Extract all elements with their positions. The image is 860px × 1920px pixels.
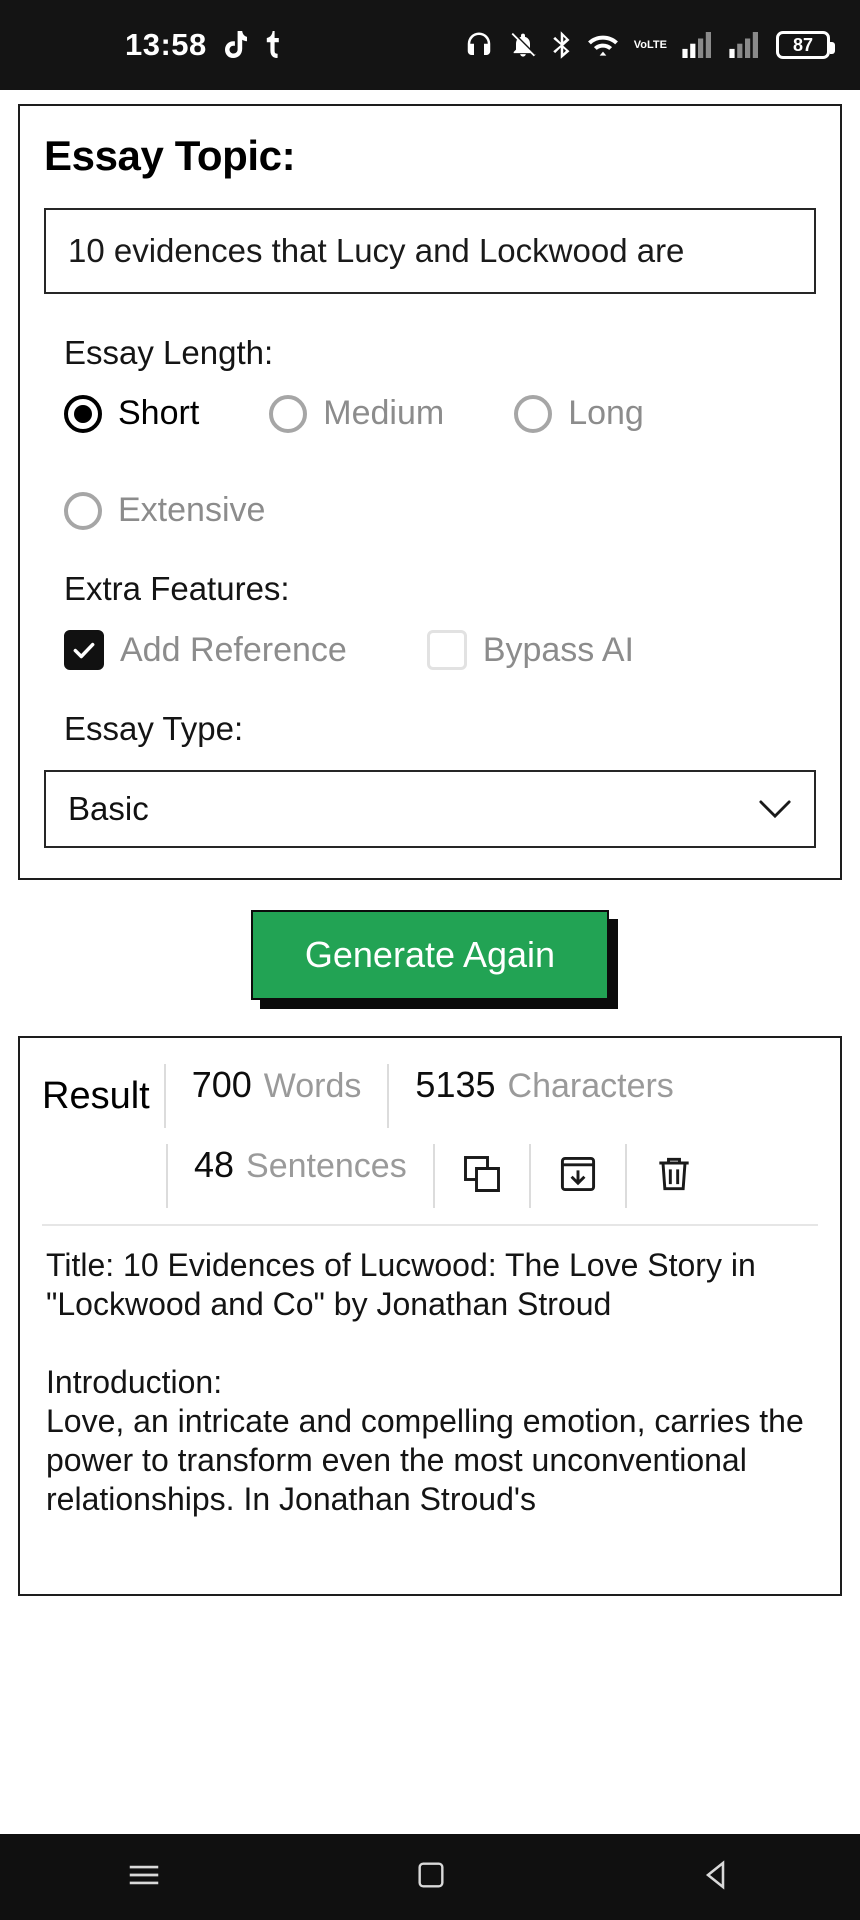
battery-icon: 87 [776,31,835,59]
volte-top: Vo [633,39,648,51]
radio-short-icon [64,394,102,433]
essay-length-radio-group: Short Medium Long [64,394,816,433]
essay-length-label: Essay Length: [64,334,274,371]
signal-2-icon [729,32,761,58]
back-icon[interactable] [699,1857,735,1898]
result-stats-row-2: 48 Sentences [42,1136,818,1216]
generate-button-wrap: Generate Again [18,910,842,1000]
essay-length-radio-group-2: Extensive [64,491,816,530]
essay-form-card: Essay Topic: 10 evidences that Lucy and … [18,104,842,880]
volte-bottom: LTE [647,39,667,51]
stat-sentences-unit: Sentences [246,1147,407,1185]
battery-level: 87 [792,34,814,55]
copy-icon [460,1152,504,1201]
essay-type-select[interactable]: Basic [44,770,816,848]
radio-extensive-icon [64,491,102,530]
essay-topic-input[interactable]: 10 evidences that Lucy and Lockwood are [44,208,816,294]
checkbox-option-add-reference[interactable]: Add Reference [64,630,347,670]
generate-again-button[interactable]: Generate Again [250,910,610,1000]
tiktok-icon [221,30,247,60]
radio-extensive-label: Extensive [118,491,266,529]
menu-icon[interactable] [125,1856,163,1899]
tumblr-icon [261,31,279,59]
extra-features-group: Add Reference Bypass AI [64,630,816,670]
radio-long-icon [514,394,553,433]
radio-short-label: Short [118,394,200,432]
status-bar-clock: 13:58 [125,27,207,62]
status-bar-right: Vo LTE 87 [464,30,835,60]
radio-medium-icon [269,394,308,433]
radio-option-long[interactable]: Long [514,394,644,433]
status-bar-left: 13:58 [125,27,279,63]
checkbox-bypass-ai-label: Bypass AI [482,630,635,669]
stat-words-value: 700 [191,1064,252,1105]
chevron-down-icon [758,790,792,828]
result-essay-text[interactable]: Title: 10 Evidences of Lucwood: The Love… [20,1226,840,1519]
signal-1-icon [682,32,714,58]
android-nav-bar [0,1834,860,1920]
volte-icon: Vo LTE [633,39,667,51]
essay-type-label: Essay Type: [64,710,244,747]
trash-icon [652,1152,696,1201]
stat-characters-unit: Characters [507,1067,674,1105]
result-label: Result [42,1074,150,1117]
stat-sentences-value: 48 [194,1144,235,1185]
result-stats-row-1: Result 700 Words 5135 Characters [42,1056,818,1136]
checkbox-option-bypass-ai[interactable]: Bypass AI [426,630,635,670]
result-card: Result 700 Words 5135 Characters 48 Sent… [18,1036,842,1596]
essay-type-value: Basic [68,790,149,827]
essay-topic-value: 10 evidences that Lucy and Lockwood are [68,232,685,269]
checkbox-bypass-ai-icon [426,630,467,670]
headphones-icon [464,30,494,60]
radio-long-label: Long [568,394,644,432]
stat-characters-value: 5135 [415,1064,496,1105]
app-screen: Essay Topic: 10 evidences that Lucy and … [0,90,860,1834]
home-icon[interactable] [414,1858,448,1897]
wifi-icon [587,31,619,59]
delete-button[interactable] [624,1144,721,1208]
extra-features-label: Extra Features: [64,570,290,607]
radio-medium-label: Medium [323,394,445,432]
status-bar: 13:58 Vo LTE 87 [0,0,860,90]
download-button[interactable] [528,1144,625,1208]
page-title: Essay Topic: [44,132,296,179]
result-stats: Result 700 Words 5135 Characters 48 Sent… [20,1038,840,1216]
radio-option-medium[interactable]: Medium [269,394,444,433]
stat-words: 700 Words [163,1064,388,1128]
bell-muted-icon [509,30,537,60]
copy-button[interactable] [432,1144,529,1208]
stat-sentences: 48 Sentences [166,1144,433,1208]
download-icon [556,1152,600,1201]
stat-words-unit: Words [263,1067,362,1105]
bluetooth-icon [552,30,572,60]
stat-characters: 5135 Characters [387,1064,699,1128]
radio-option-short[interactable]: Short [64,394,199,433]
checkbox-add-reference-label: Add Reference [120,630,347,669]
radio-option-extensive[interactable]: Extensive [64,491,265,530]
checkbox-add-reference-icon [64,630,104,670]
